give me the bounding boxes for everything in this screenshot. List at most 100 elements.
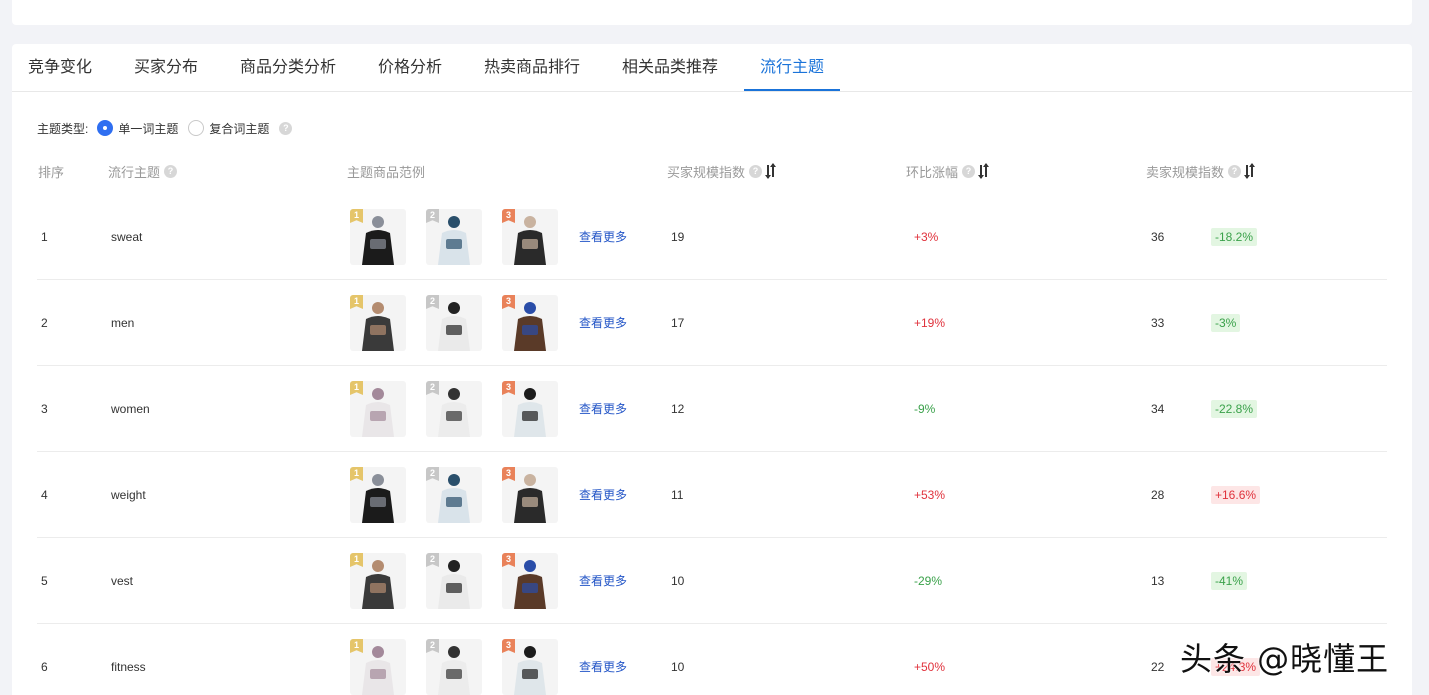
cell-theme: fitness xyxy=(111,660,146,674)
cell-theme: sweat xyxy=(111,230,143,244)
cell-rank: 5 xyxy=(41,574,48,588)
cell-theme: women xyxy=(111,402,150,416)
cell-theme: men xyxy=(111,316,135,330)
seller-change-badge: -3% xyxy=(1211,314,1241,332)
header-examples: 主题商品范例 xyxy=(347,163,426,180)
help-icon[interactable]: ? xyxy=(279,121,293,135)
cell-buyer-index: 19 xyxy=(671,230,685,244)
sort-icon[interactable] xyxy=(765,163,777,179)
product-thumbnail[interactable]: 1 xyxy=(350,381,406,437)
product-thumbnail[interactable]: 1 xyxy=(350,467,406,523)
product-thumbnail[interactable]: 3 xyxy=(502,295,558,351)
table-row: 1 sweat 1 2 3 查看更多 19 +3% 36 -18.2% xyxy=(37,194,1387,280)
view-more-link[interactable]: 查看更多 xyxy=(579,366,627,452)
product-thumbnail[interactable]: 3 xyxy=(502,553,558,609)
header-change-label: 环比涨幅 xyxy=(906,164,959,180)
main-panel: 竞争变化 买家分布 商品分类分析 价格分析 热卖商品排行 相关品类推荐 流行主题… xyxy=(12,44,1412,695)
product-thumbnail[interactable]: 2 xyxy=(426,639,482,695)
tab-hot-products[interactable]: 热卖商品排行 xyxy=(484,44,580,92)
top-panel xyxy=(12,0,1412,25)
active-tab-indicator xyxy=(744,89,840,91)
tab-bar: 竞争变化 买家分布 商品分类分析 价格分析 热卖商品排行 相关品类推荐 流行主题 xyxy=(12,44,1412,92)
product-thumbnail[interactable]: 2 xyxy=(426,295,482,351)
cell-buyer-index: 12 xyxy=(671,402,685,416)
product-thumbnail[interactable]: 1 xyxy=(350,639,406,695)
product-thumbnail[interactable]: 2 xyxy=(426,553,482,609)
header-change: 环比涨幅? xyxy=(906,163,990,180)
cell-change: +50% xyxy=(914,660,946,674)
header-seller-index: 卖家规模指数? xyxy=(1146,163,1256,180)
cell-seller-index: 13 xyxy=(1151,574,1165,588)
cell-theme: weight xyxy=(111,488,146,502)
product-thumbnail[interactable]: 3 xyxy=(502,639,558,695)
product-thumbnail[interactable]: 1 xyxy=(350,553,406,609)
cell-rank: 6 xyxy=(41,660,48,674)
header-theme-label: 流行主题 xyxy=(108,164,161,180)
cell-buyer-index: 11 xyxy=(671,488,684,502)
header-buyer-index: 买家规模指数? xyxy=(667,163,777,180)
view-more-link[interactable]: 查看更多 xyxy=(579,452,627,538)
tab-buyer-distribution[interactable]: 买家分布 xyxy=(134,44,198,92)
product-thumbnail[interactable]: 1 xyxy=(350,295,406,351)
tab-competition[interactable]: 竞争变化 xyxy=(28,44,92,92)
table-row: 4 weight 1 2 3 查看更多 11 +53% 28 +16.6% xyxy=(37,452,1387,538)
tab-related-categories[interactable]: 相关品类推荐 xyxy=(622,44,718,92)
theme-type-filter: 主题类型: 单一词主题 复合词主题 ? xyxy=(37,120,293,137)
sort-icon[interactable] xyxy=(1244,163,1256,179)
header-seller-index-label: 卖家规模指数 xyxy=(1146,164,1225,180)
help-icon[interactable]: ? xyxy=(749,164,763,178)
cell-rank: 2 xyxy=(41,316,48,330)
radio-single-word-label: 单一词主题 xyxy=(118,121,179,136)
tab-popular-themes[interactable]: 流行主题 xyxy=(760,44,824,92)
cell-rank: 1 xyxy=(41,230,48,244)
product-thumbnail[interactable]: 1 xyxy=(350,209,406,265)
radio-unchecked-icon[interactable] xyxy=(188,120,205,136)
cell-seller-index: 33 xyxy=(1151,316,1165,330)
cell-rank: 4 xyxy=(41,488,48,502)
cell-seller-index: 22 xyxy=(1151,660,1165,674)
table-row: 2 men 1 2 3 查看更多 17 +19% 33 -3% xyxy=(37,280,1387,366)
header-examples-label: 主题商品范例 xyxy=(347,164,426,180)
help-icon[interactable]: ? xyxy=(962,164,976,178)
cell-seller-index: 28 xyxy=(1151,488,1165,502)
radio-single-word[interactable]: 单一词主题 xyxy=(97,120,178,137)
header-rank: 排序 xyxy=(38,163,65,180)
tab-category-analysis[interactable]: 商品分类分析 xyxy=(240,44,336,92)
header-rank-label: 排序 xyxy=(38,164,65,180)
help-icon[interactable]: ? xyxy=(1228,164,1242,178)
radio-compound-word[interactable]: 复合词主题 xyxy=(188,120,269,137)
header-buyer-index-label: 买家规模指数 xyxy=(667,164,746,180)
product-thumbnail[interactable]: 2 xyxy=(426,381,482,437)
seller-change-badge: +16.6% xyxy=(1211,486,1261,504)
cell-buyer-index: 17 xyxy=(671,316,685,330)
cell-seller-index: 34 xyxy=(1151,402,1165,416)
cell-seller-index: 36 xyxy=(1151,230,1165,244)
header-theme: 流行主题? xyxy=(108,163,178,180)
cell-change: -9% xyxy=(914,402,936,416)
cell-theme: vest xyxy=(111,574,134,588)
cell-rank: 3 xyxy=(41,402,48,416)
product-thumbnail[interactable]: 3 xyxy=(502,381,558,437)
product-thumbnail[interactable]: 3 xyxy=(502,209,558,265)
sort-icon[interactable] xyxy=(978,163,990,179)
table-row: 3 women 1 2 3 查看更多 12 -9% 34 -22.8% xyxy=(37,366,1387,452)
watermark: 头条 @晓懂王 xyxy=(1180,640,1390,678)
product-thumbnail[interactable]: 2 xyxy=(426,209,482,265)
seller-change-badge: -22.8% xyxy=(1211,400,1258,418)
cell-change: -29% xyxy=(914,574,943,588)
product-thumbnail[interactable]: 2 xyxy=(426,467,482,523)
radio-checked-icon[interactable] xyxy=(97,120,114,136)
view-more-link[interactable]: 查看更多 xyxy=(579,194,627,280)
cell-buyer-index: 10 xyxy=(671,660,685,674)
help-icon[interactable]: ? xyxy=(164,164,178,178)
view-more-link[interactable]: 查看更多 xyxy=(579,538,627,624)
tab-price-analysis[interactable]: 价格分析 xyxy=(378,44,442,92)
table-row: 5 vest 1 2 3 查看更多 10 -29% 13 -41% xyxy=(37,538,1387,624)
seller-change-badge: -41% xyxy=(1211,572,1248,590)
product-thumbnail[interactable]: 3 xyxy=(502,467,558,523)
view-more-link[interactable]: 查看更多 xyxy=(579,280,627,366)
radio-compound-word-label: 复合词主题 xyxy=(209,121,270,136)
view-more-link[interactable]: 查看更多 xyxy=(579,624,627,695)
theme-type-label: 主题类型: xyxy=(37,121,89,136)
cell-change: +19% xyxy=(914,316,946,330)
